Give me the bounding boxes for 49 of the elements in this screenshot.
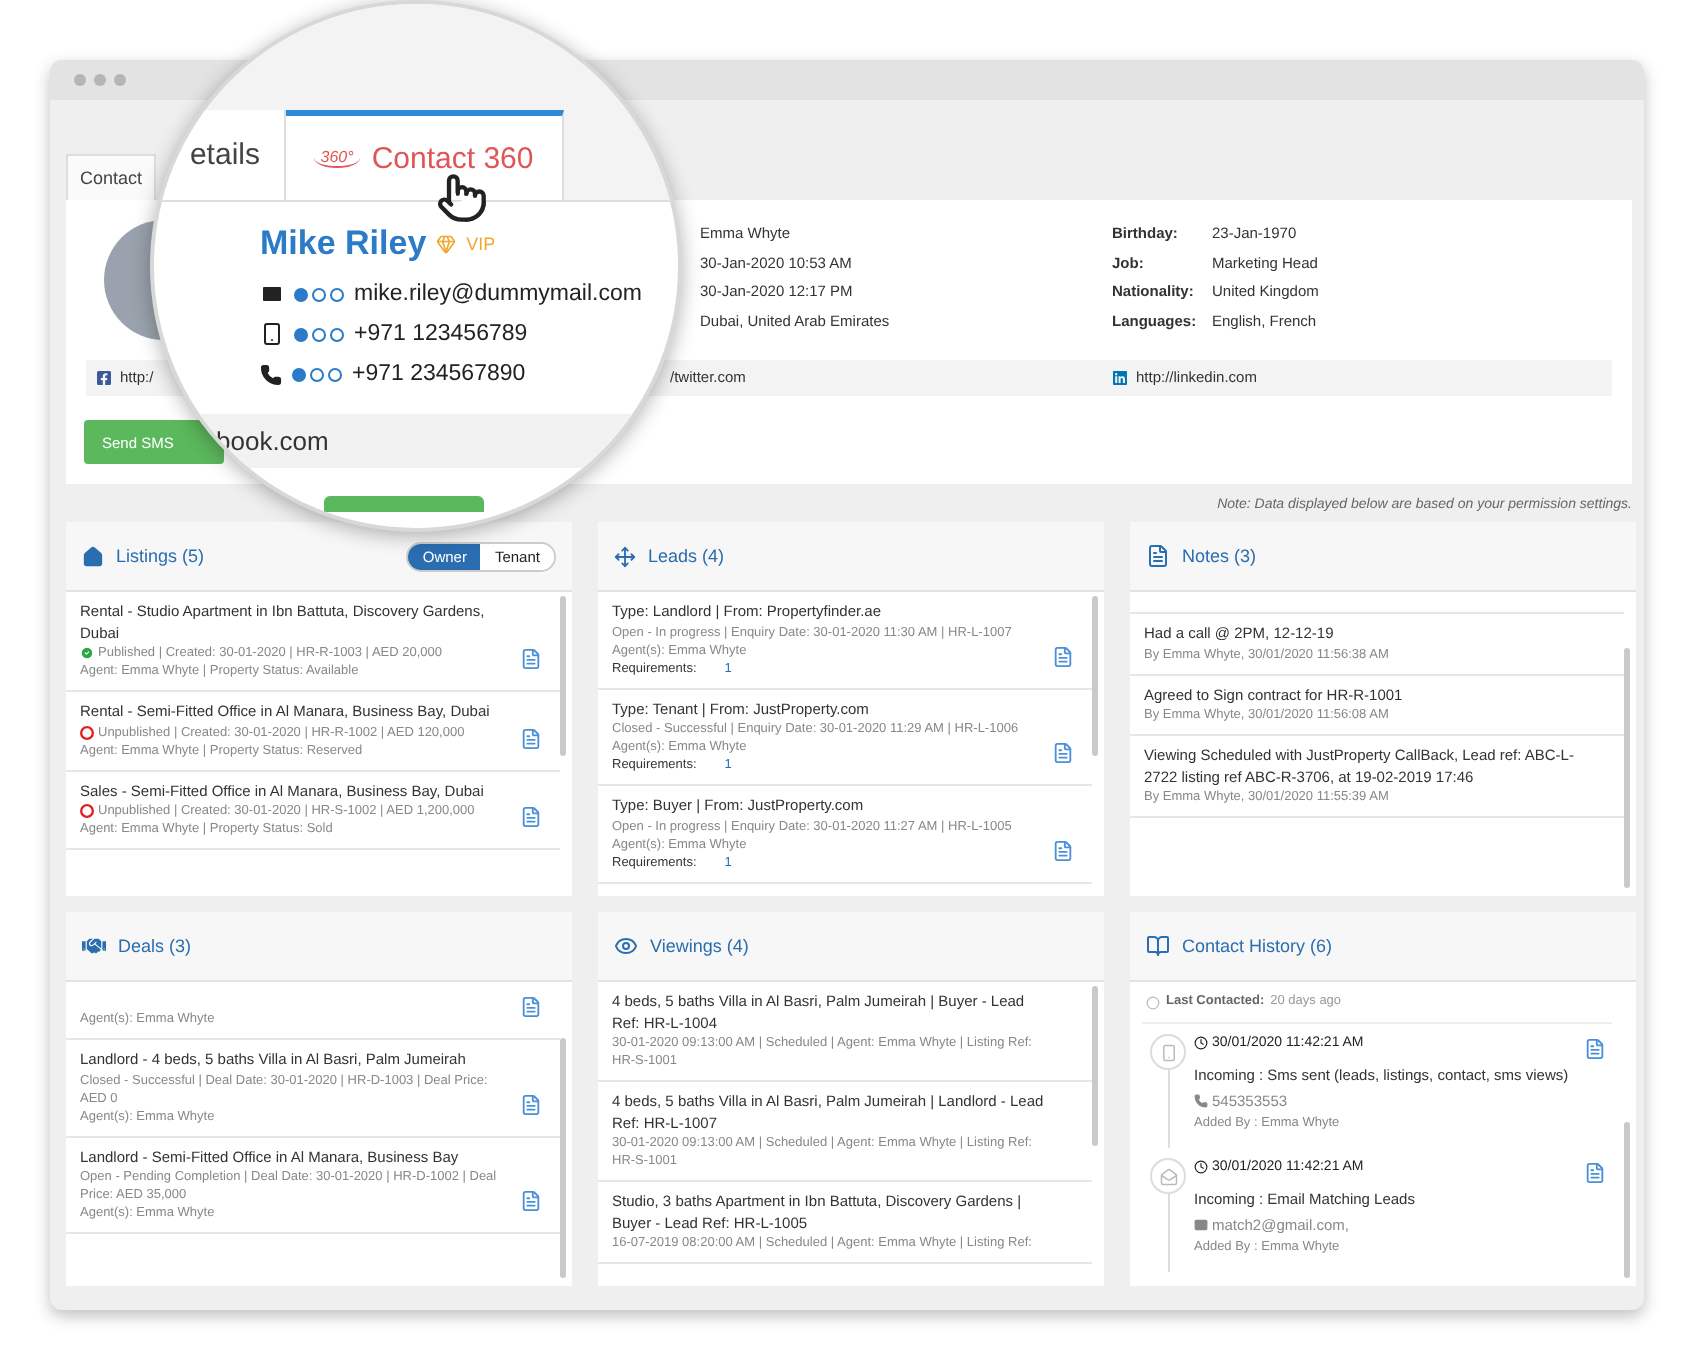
ring-icon: [1146, 995, 1160, 1009]
rating-dot: [312, 327, 326, 341]
document-icon[interactable]: [1052, 645, 1074, 667]
tab-logo: 360°: [314, 148, 360, 168]
panel-title: Deals (3): [118, 936, 192, 956]
panel-title: Notes (3): [1182, 546, 1257, 566]
contact-value[interactable]: +971 123456789: [354, 322, 528, 346]
eye-icon: [614, 934, 638, 958]
document-icon: [1146, 544, 1170, 568]
document-icon[interactable]: [1584, 1162, 1606, 1184]
document-icon[interactable]: [520, 1190, 542, 1212]
document-icon[interactable]: [520, 648, 542, 670]
contact-value[interactable]: mike.riley@dummymail.com: [354, 282, 642, 306]
document-icon[interactable]: [1052, 742, 1074, 764]
facebook-icon: [96, 370, 112, 386]
rating-dot: [328, 367, 342, 381]
document-icon[interactable]: [1584, 1038, 1606, 1060]
home-icon: [82, 545, 104, 567]
rating-dot: [310, 367, 324, 381]
phone-icon: [1194, 1093, 1208, 1107]
document-icon[interactable]: [520, 996, 542, 1018]
tab[interactable]: Contact: [66, 154, 157, 200]
handshake-icon: [82, 934, 106, 958]
panel-title: Leads (4): [648, 546, 725, 566]
contact-value[interactable]: +971 234567890: [352, 362, 526, 386]
smartphone-icon: [260, 322, 284, 346]
rating-dot: [294, 287, 308, 301]
document-icon[interactable]: [520, 727, 542, 749]
panel-title: Listings (5): [116, 546, 205, 566]
contact-name: Mike Riley: [260, 224, 427, 264]
tab[interactable]: 360° Contact 360: [286, 110, 564, 200]
gem-icon: [436, 234, 457, 254]
linkedin-icon: [1112, 370, 1128, 386]
rating-dot: [294, 327, 308, 341]
phone-icon: [260, 363, 282, 385]
clock-icon: [1194, 1160, 1208, 1174]
clock-icon: [1194, 1036, 1208, 1050]
rating-dot: [292, 367, 306, 381]
rating-dot: [330, 287, 344, 301]
book-icon: [1146, 934, 1170, 958]
move-arrows-icon: [614, 545, 636, 567]
document-icon[interactable]: [1052, 839, 1074, 861]
document-icon[interactable]: [520, 1093, 542, 1115]
document-icon[interactable]: [520, 806, 542, 828]
vip-label: VIP: [466, 234, 496, 254]
rating-dot: [312, 287, 326, 301]
panel-title: Viewings (4): [650, 936, 749, 956]
panel-title: Contact History (6): [1182, 936, 1333, 956]
rating-dot: [330, 327, 344, 341]
